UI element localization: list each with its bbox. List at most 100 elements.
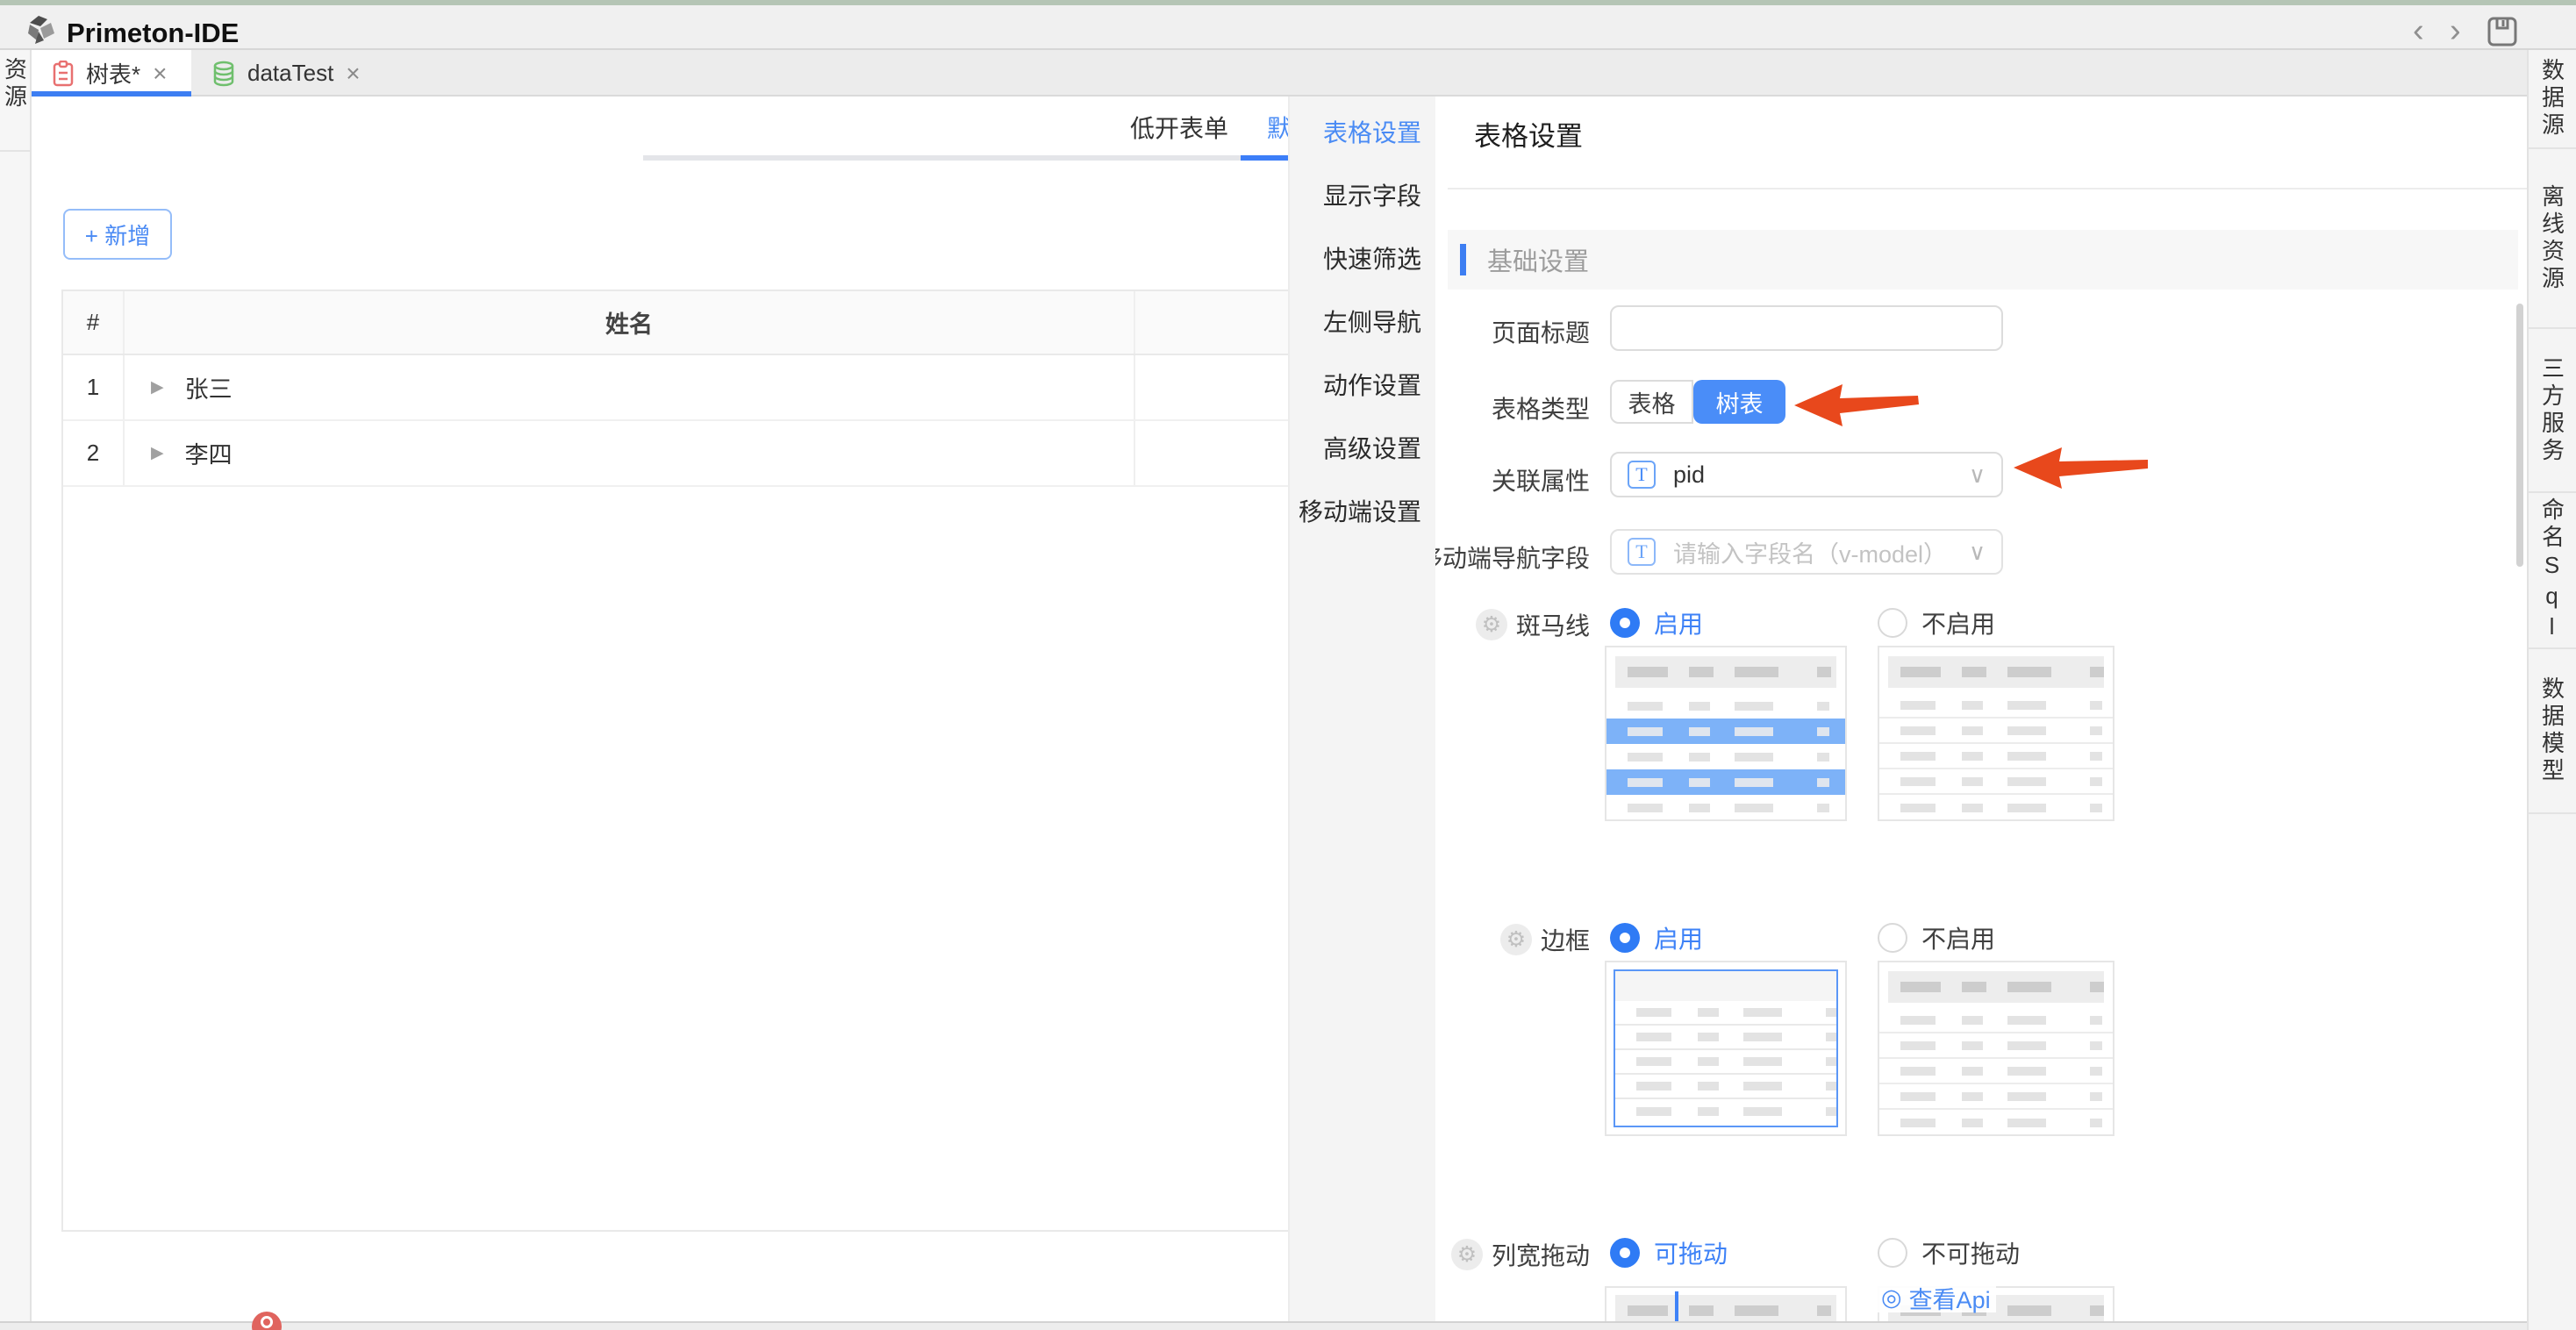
menu-item-left-nav[interactable]: 左侧导航 — [1290, 291, 1435, 354]
view-api-label: 查看Api — [1909, 1281, 1991, 1315]
right-rail-label: 三方服务 — [2537, 356, 2569, 465]
relation-attr-value: pid — [1673, 461, 1951, 489]
zebra-radio-on[interactable]: 启用 — [1610, 607, 1703, 639]
tab-datatest[interactable]: dataTest × — [191, 50, 383, 97]
zebra-label: ⚙ 斑马线 — [1476, 607, 1590, 642]
preview-row — [1606, 744, 1845, 769]
column-header-extra — [1135, 291, 1290, 354]
relation-attr-select[interactable]: T pid ∨ — [1610, 452, 2003, 497]
preview-row-zebra — [1606, 769, 1845, 795]
right-rail-item-named-sql[interactable]: 命名Sql — [2529, 493, 2576, 649]
zebra-radio-off[interactable]: 不启用 — [1878, 607, 1995, 639]
save-icon[interactable] — [2487, 16, 2518, 47]
tab-tree-table[interactable]: 树表* × — [32, 50, 191, 97]
subtab-track — [643, 155, 1288, 161]
border-radio-off[interactable]: 不启用 — [1878, 922, 1995, 954]
zebra-preview-enabled[interactable] — [1605, 646, 1847, 821]
expand-caret-icon[interactable]: ▶ — [151, 377, 164, 397]
menu-item-mobile-settings[interactable]: 移动端设置 — [1290, 481, 1435, 544]
settings-menu: 表格设置 显示字段 快速筛选 左侧导航 动作设置 高级设置 移动端设置 — [1288, 97, 1435, 1321]
database-icon — [212, 61, 235, 87]
form-icon — [53, 61, 74, 87]
menu-item-advanced-settings[interactable]: 高级设置 — [1290, 418, 1435, 481]
menu-item-action-settings[interactable]: 动作设置 — [1290, 354, 1435, 418]
right-rail-item-third-party-services[interactable]: 三方服务 — [2529, 329, 2576, 493]
subtab-active-indicator — [1241, 155, 1288, 161]
preview-row — [1615, 1099, 1836, 1124]
right-rail-item-data-model[interactable]: 数据模型 — [2529, 649, 2576, 814]
nav-forward-button[interactable]: › — [2450, 14, 2461, 47]
column-drag-preview-enabled[interactable] — [1605, 1286, 1847, 1321]
radio-label: 不启用 — [1921, 605, 1995, 640]
expand-caret-icon[interactable]: ▶ — [151, 443, 164, 463]
view-api-link[interactable]: ◎ 查看Api — [1876, 1283, 1996, 1312]
nav-back-button[interactable]: ‹ — [2413, 14, 2424, 47]
radio-label: 不可拖动 — [1921, 1235, 2020, 1270]
close-icon[interactable]: × — [346, 60, 360, 88]
radio-selected-icon — [1610, 1238, 1640, 1268]
mobile-nav-field-placeholder: 请输入字段名（v-model） — [1673, 535, 1951, 569]
column-header-index: # — [63, 291, 125, 354]
radio-unselected-icon — [1878, 608, 1907, 638]
border-preview-disabled[interactable] — [1878, 961, 2114, 1136]
preview-row — [1879, 1059, 2113, 1084]
table-type-option-table[interactable]: 表格 — [1610, 380, 1693, 424]
view-api-icon: ◎ — [1881, 1284, 1902, 1312]
right-rail-item-offline-resources[interactable]: 离线资源 — [2529, 149, 2576, 329]
right-rail-item-datasource[interactable]: 数据源 — [2529, 50, 2576, 149]
menu-item-table-settings[interactable]: 表格设置 — [1290, 102, 1435, 165]
left-rail-item-label: 资源 — [0, 57, 32, 111]
border-label-text: 边框 — [1541, 922, 1590, 957]
column-drag-radio-on[interactable]: 可拖动 — [1610, 1237, 1728, 1269]
right-rail-label: 离线资源 — [2537, 184, 2569, 293]
subtab-low-code-form[interactable]: 低开表单 — [1127, 109, 1232, 149]
gear-icon[interactable]: ⚙ — [1451, 1239, 1483, 1270]
error-badge-glyph — [261, 1316, 273, 1328]
preview-row — [1606, 795, 1845, 820]
preview-row — [1879, 693, 2113, 719]
mobile-nav-field-select[interactable]: T 请输入字段名（v-model） ∨ — [1610, 529, 2003, 575]
radio-label: 不启用 — [1921, 920, 1995, 955]
preview-table-header — [1888, 971, 2104, 1003]
tree-table: # 姓名 1 ▶ 张三 2 ▶ 李四 — [61, 290, 1288, 1232]
bottom-edge — [0, 1321, 2527, 1330]
right-rail-label: 命名Sql — [2537, 497, 2569, 644]
relation-attr-label: 关联属性 — [1492, 462, 1590, 497]
menu-item-display-fields[interactable]: 显示字段 — [1290, 165, 1435, 228]
preview-row — [1879, 1033, 2113, 1059]
table-header-row: # 姓名 — [63, 290, 1290, 355]
preview-row — [1615, 1001, 1836, 1026]
border-label: ⚙ 边框 — [1500, 922, 1590, 957]
border-preview-enabled[interactable] — [1605, 961, 1847, 1136]
add-button[interactable]: + 新增 — [63, 209, 172, 260]
column-drag-label: ⚙ 列宽拖动 — [1451, 1237, 1590, 1272]
error-badge[interactable] — [252, 1312, 282, 1330]
drag-indicator-line — [1675, 1291, 1678, 1321]
column-drag-radio-off[interactable]: 不可拖动 — [1878, 1237, 2020, 1269]
close-icon[interactable]: × — [153, 60, 167, 88]
preview-row — [1879, 1008, 2113, 1033]
tab-label: dataTest — [247, 60, 333, 87]
primeton-ide-window: Primeton-IDE ‹ › 资源 数据源 离线资源 三方服务 命名Sql … — [0, 0, 2576, 1330]
radio-label: 启用 — [1654, 920, 1703, 955]
zebra-preview-disabled[interactable] — [1878, 646, 2114, 821]
titlebar: Primeton-IDE ‹ › — [0, 5, 2576, 50]
panel-scrollbar[interactable] — [2516, 304, 2523, 567]
page-title-input[interactable] — [1610, 305, 2003, 351]
gear-icon[interactable]: ⚙ — [1500, 924, 1532, 955]
table-row[interactable]: 2 ▶ 李四 — [63, 421, 1290, 487]
menu-item-quick-filter[interactable]: 快速筛选 — [1290, 228, 1435, 291]
preview-row — [1615, 1075, 1836, 1099]
left-rail-item-resources[interactable]: 资源 — [0, 50, 30, 152]
border-radio-on[interactable]: 启用 — [1610, 922, 1703, 954]
table-row[interactable]: 1 ▶ 张三 — [63, 355, 1290, 421]
app-title: Primeton-IDE — [67, 18, 239, 49]
preview-table-header — [1888, 656, 2104, 688]
gear-icon[interactable]: ⚙ — [1476, 609, 1507, 640]
section-accent-bar — [1460, 244, 1466, 275]
active-tab-underline — [32, 91, 191, 97]
table-type-option-tree[interactable]: 树表 — [1693, 380, 1785, 424]
row-extra-cell — [1135, 355, 1290, 419]
preview-row — [1615, 1050, 1836, 1075]
tab-label: 树表* — [86, 57, 140, 89]
